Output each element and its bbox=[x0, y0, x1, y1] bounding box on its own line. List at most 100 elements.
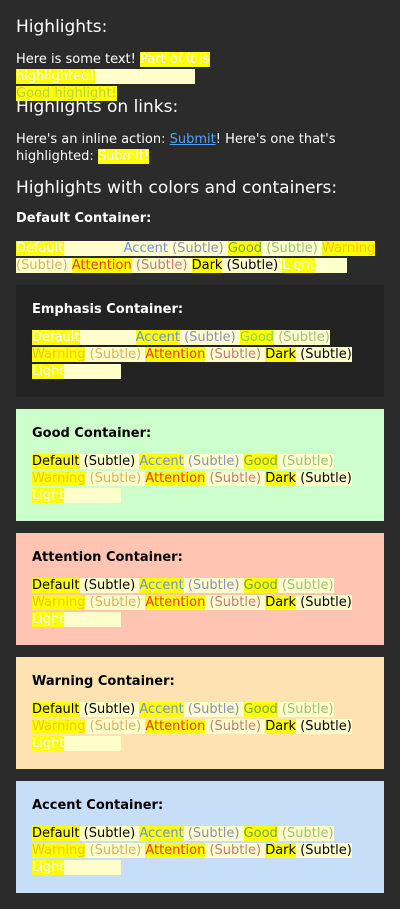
warning-container-title: Warning Container: bbox=[32, 674, 175, 689]
attention-subtle-label: (Subtle) bbox=[135, 258, 188, 273]
good-container-line: Default (Subtle) Accent (Subtle) Good (S… bbox=[32, 453, 352, 504]
dark-subtle-label: (Subtle) bbox=[300, 595, 352, 610]
dark-subtle-label: (Subtle) bbox=[300, 347, 352, 362]
dark-label: Dark bbox=[265, 719, 297, 734]
colors-heading: Highlights with colors and containers: bbox=[16, 178, 338, 198]
good-label: Good bbox=[243, 578, 278, 593]
light-label: Light bbox=[32, 736, 65, 751]
dark-subtle-label: (Subtle) bbox=[300, 719, 352, 734]
light-subtle-spacer bbox=[64, 488, 121, 503]
good-subtle-label: (Subtle) bbox=[278, 330, 330, 345]
accent-label: Accent bbox=[139, 702, 184, 717]
default-label: Default bbox=[32, 702, 80, 717]
good-label: Good bbox=[243, 826, 278, 841]
warning-container: Warning Container: Default (Subtle) Acce… bbox=[16, 657, 384, 769]
links-text: Here's an inline action: bbox=[16, 132, 170, 147]
emphasis-container-line: Default Accent (Subtle) Good (Subtle) War… bbox=[32, 329, 352, 380]
dark-label: Dark bbox=[265, 595, 297, 610]
accent-subtle-label: (Subtle) bbox=[187, 454, 240, 469]
default-subtle-label: (Subtle) bbox=[83, 826, 136, 841]
submit-link[interactable]: Submit bbox=[170, 132, 216, 147]
dark-label: Dark bbox=[265, 347, 297, 362]
attention-label: Attention bbox=[145, 471, 206, 486]
default-subtle-spacer bbox=[63, 241, 124, 256]
accent-container: Accent Container: Default (Subtle) Accen… bbox=[16, 781, 384, 893]
light-subtle-spacer bbox=[64, 612, 121, 627]
warning-subtle-label: (Subtle) bbox=[89, 719, 142, 734]
good-label: Good bbox=[227, 241, 263, 256]
dark-label: Dark bbox=[265, 843, 297, 858]
default-subtle-label: (Subtle) bbox=[83, 702, 136, 717]
warning-container-line: Default (Subtle) Accent (Subtle) Good (S… bbox=[32, 701, 352, 752]
light-label: Light bbox=[32, 488, 65, 503]
accent-subtle-label: (Subtle) bbox=[187, 826, 240, 841]
attention-subtle-label: (Subtle) bbox=[209, 595, 262, 610]
dark-subtle-label: (Subtle) bbox=[300, 843, 352, 858]
accent-subtle-label: (Subtle) bbox=[184, 330, 236, 345]
warning-label: Warning bbox=[321, 241, 376, 256]
good-label: Good bbox=[243, 702, 278, 717]
accent-subtle-label: (Subtle) bbox=[187, 702, 240, 717]
highlights-paragraph: Here is some text! Part of it is highlig… bbox=[16, 51, 384, 102]
warning-subtle-label: (Subtle) bbox=[16, 258, 68, 273]
attention-container-line: Default (Subtle) Accent (Subtle) Good (S… bbox=[32, 577, 352, 628]
attention-subtle-label: (Subtle) bbox=[209, 719, 262, 734]
good-container: Good Container: Default (Subtle) Accent … bbox=[16, 409, 384, 521]
highlight-spacer bbox=[94, 69, 195, 84]
good-label: Good bbox=[243, 454, 278, 469]
light-subtle-spacer bbox=[64, 736, 121, 751]
highlights-heading: Highlights: bbox=[16, 17, 108, 37]
default-label: Default bbox=[32, 454, 80, 469]
default-label: Default bbox=[32, 826, 80, 841]
good-subtle-label: (Subtle) bbox=[281, 826, 334, 841]
links-heading: Highlights on links: bbox=[16, 97, 179, 117]
good-subtle-label: (Subtle) bbox=[266, 241, 318, 256]
emphasis-container-title: Emphasis Container: bbox=[32, 302, 184, 317]
dark-label: Dark bbox=[265, 471, 297, 486]
default-subtle-spacer bbox=[79, 330, 136, 345]
warning-label: Warning bbox=[32, 719, 86, 734]
plain-text: Here is some text! bbox=[16, 52, 141, 67]
light-subtle-spacer bbox=[64, 860, 121, 875]
attention-subtle-label: (Subtle) bbox=[209, 347, 262, 362]
attention-subtle-label: (Subtle) bbox=[209, 843, 262, 858]
good-subtle-label: (Subtle) bbox=[281, 702, 334, 717]
accent-label: Accent bbox=[139, 454, 184, 469]
accent-container-line: Default (Subtle) Accent (Subtle) Good (S… bbox=[32, 825, 352, 876]
warning-label: Warning bbox=[32, 595, 86, 610]
warning-subtle-label: (Subtle) bbox=[89, 347, 142, 362]
warning-label: Warning bbox=[32, 843, 86, 858]
accent-label: Accent bbox=[123, 241, 168, 256]
links-paragraph: Here's an inline action: Submit! Here's … bbox=[16, 131, 384, 165]
dark-label: Dark bbox=[191, 258, 223, 273]
attention-subtle-label: (Subtle) bbox=[209, 471, 262, 486]
light-label: Light bbox=[32, 364, 65, 379]
attention-label: Attention bbox=[145, 347, 206, 362]
default-container-title: Default Container: bbox=[16, 211, 152, 226]
submit-highlighted-link[interactable]: Submit! bbox=[97, 149, 150, 164]
accent-label: Accent bbox=[139, 826, 184, 841]
warning-label: Warning bbox=[32, 347, 86, 362]
good-label: Good bbox=[239, 330, 275, 345]
good-subtle-label: (Subtle) bbox=[281, 578, 334, 593]
emphasis-container: Emphasis Container: Default Accent (Subt… bbox=[16, 285, 384, 397]
default-subtle-label: (Subtle) bbox=[83, 578, 136, 593]
warning-subtle-label: (Subtle) bbox=[89, 595, 142, 610]
warning-subtle-label: (Subtle) bbox=[89, 843, 142, 858]
accent-label: Accent bbox=[139, 578, 184, 593]
default-label: Default bbox=[32, 330, 80, 345]
warning-subtle-label: (Subtle) bbox=[89, 471, 142, 486]
default-label: Default bbox=[16, 241, 64, 256]
attention-container: Attention Container: Default (Subtle) Ac… bbox=[16, 533, 384, 645]
attention-label: Attention bbox=[145, 595, 206, 610]
accent-container-title: Accent Container: bbox=[32, 798, 164, 813]
light-subtle-spacer bbox=[314, 258, 347, 273]
attention-container-title: Attention Container: bbox=[32, 550, 183, 565]
default-subtle-label: (Subtle) bbox=[83, 454, 136, 469]
accent-label: Accent bbox=[135, 330, 180, 345]
dark-subtle-label: (Subtle) bbox=[300, 471, 352, 486]
attention-label: Attention bbox=[71, 258, 132, 273]
light-subtle-spacer bbox=[64, 364, 121, 379]
attention-label: Attention bbox=[145, 719, 206, 734]
light-label: Light bbox=[32, 612, 65, 627]
